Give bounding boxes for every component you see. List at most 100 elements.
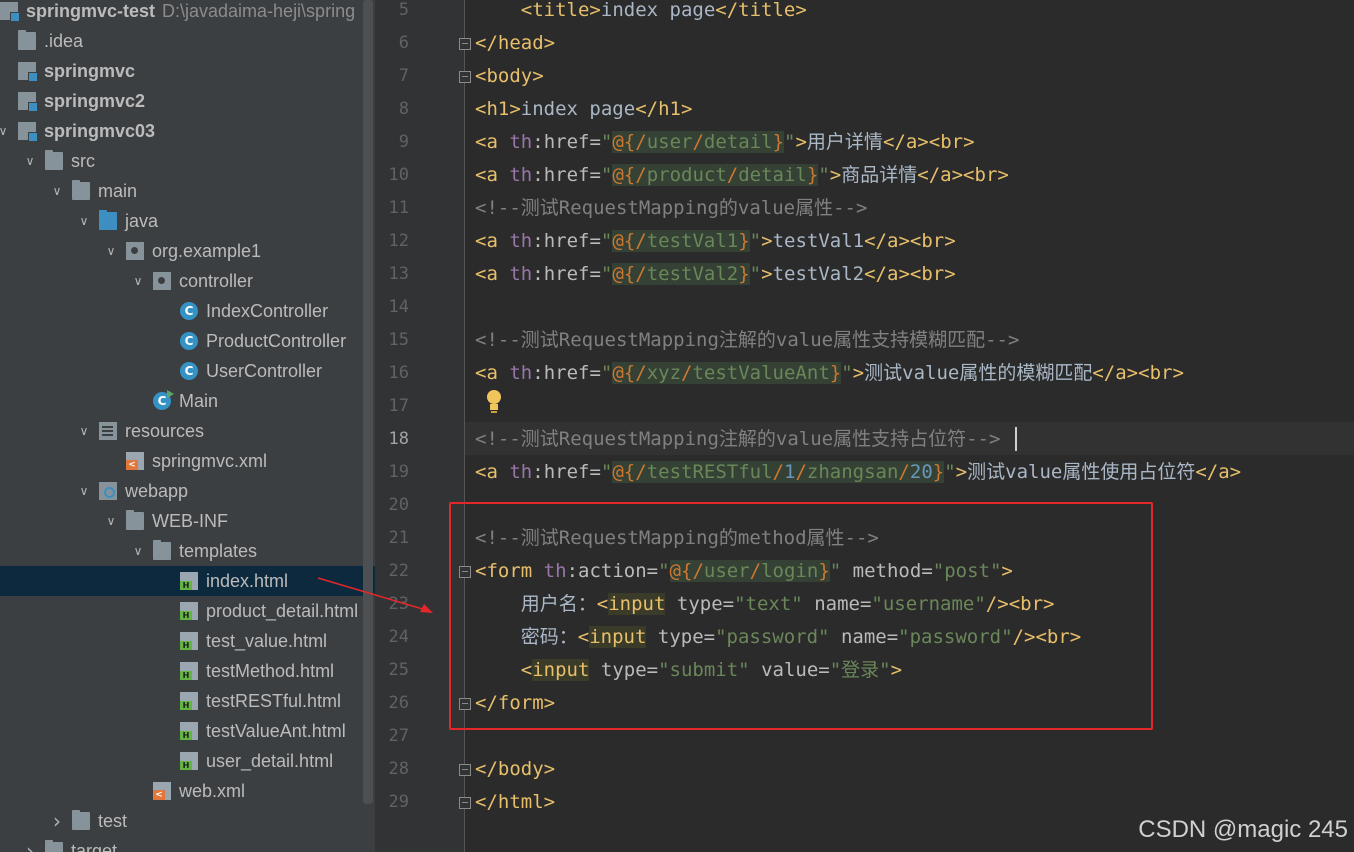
- line-number: 6: [398, 33, 409, 53]
- tree-item-controller[interactable]: ∨ controller: [0, 266, 375, 296]
- tree-item-springmvc[interactable]: springmvc: [0, 56, 375, 86]
- lightbulb-icon[interactable]: [485, 390, 503, 414]
- chevron-right-icon[interactable]: ›: [23, 841, 37, 852]
- chevron-down-icon[interactable]: ∨: [77, 212, 91, 230]
- chevron-down-icon[interactable]: ∨: [77, 482, 91, 500]
- tree-item-label: Main: [179, 391, 219, 411]
- tree-item-test-value-html[interactable]: test_value.html: [0, 626, 375, 656]
- tree-item-springmvc03[interactable]: ∨ springmvc03: [0, 116, 375, 146]
- java-class-icon: C: [180, 362, 198, 380]
- html-file-icon: [180, 632, 198, 650]
- annotation-arrow: [317, 577, 433, 613]
- html-file-icon: [180, 752, 198, 770]
- chevron-down-icon[interactable]: ∨: [104, 242, 118, 260]
- code-line-28[interactable]: </body>: [475, 753, 555, 786]
- java-class-icon: C: [180, 332, 198, 350]
- chevron-down-icon[interactable]: ∨: [77, 422, 91, 440]
- code-line-11[interactable]: <!--测试RequestMapping的value属性-->: [475, 192, 867, 225]
- tree-item-testrestful-html[interactable]: testRESTful.html: [0, 686, 375, 716]
- tree-item--idea[interactable]: .idea: [0, 26, 375, 56]
- code-line-18[interactable]: <!--测试RequestMapping注解的value属性支持占位符-->: [475, 423, 1000, 456]
- tree-item-label: test_value.html: [206, 631, 328, 651]
- tree-item-label: web.xml: [179, 781, 246, 801]
- line-number: 12: [388, 231, 409, 251]
- tree-item-label: controller: [179, 271, 254, 291]
- code-line-9[interactable]: <a th:href="@{/user/detail}">用户详情</a><br…: [475, 126, 975, 159]
- code-line-7[interactable]: <body>: [475, 60, 544, 93]
- source-folder-icon: [99, 210, 117, 230]
- line-number: 15: [388, 330, 409, 350]
- line-number: 17: [388, 396, 409, 416]
- tree-item-org-example1[interactable]: ∨ org.example1: [0, 236, 375, 266]
- tree-item-springmvc2[interactable]: springmvc2: [0, 86, 375, 116]
- folder-icon: [72, 180, 90, 200]
- tree-item-label: webapp: [125, 481, 189, 501]
- folder-icon: [18, 30, 36, 50]
- code-line-13[interactable]: <a th:href="@{/testVal2}">testVal2</a><b…: [475, 258, 956, 291]
- tree-item-label: ProductController: [206, 331, 347, 351]
- fold-marker-icon[interactable]: [459, 71, 471, 83]
- line-number: 16: [388, 363, 409, 383]
- chevron-down-icon[interactable]: ∨: [104, 512, 118, 530]
- tree-item-label: .idea: [44, 31, 84, 51]
- line-number: 13: [388, 264, 409, 284]
- code-line-12[interactable]: <a th:href="@{/testVal1}">testVal1</a><b…: [475, 225, 956, 258]
- tree-item-main[interactable]: C Main: [0, 386, 375, 416]
- code-line-8[interactable]: <h1>index page</h1>: [475, 93, 692, 126]
- tree-item-label: UserController: [206, 361, 323, 381]
- project-path-hint: D:\javadaima-heji\spring: [162, 1, 356, 21]
- code-line-19[interactable]: <a th:href="@{/testRESTful/1/zhangsan/20…: [475, 456, 1241, 489]
- folder-icon: [45, 150, 63, 170]
- tree-item-label: src: [71, 151, 95, 171]
- tree-item-webapp[interactable]: ∨ webapp: [0, 476, 375, 506]
- module-folder-icon: [18, 92, 38, 112]
- chevron-down-icon[interactable]: ∨: [50, 182, 64, 200]
- tree-item-label: springmvc.xml: [152, 451, 268, 471]
- tree-item-springmvc-xml[interactable]: springmvc.xml: [0, 446, 375, 476]
- tree-item-target[interactable]: › target: [0, 836, 375, 852]
- tree-item-resources[interactable]: ∨ resources: [0, 416, 375, 446]
- tree-item-src[interactable]: ∨ src: [0, 146, 375, 176]
- code-line-29[interactable]: </html>: [475, 786, 555, 819]
- tree-item-web-xml[interactable]: web.xml: [0, 776, 375, 806]
- tree-item-label: springmvc2: [44, 91, 146, 111]
- chevron-down-icon[interactable]: ∨: [0, 122, 10, 140]
- tree-item-testvalueant-html[interactable]: testValueAnt.html: [0, 716, 375, 746]
- tree-item-user-detail-html[interactable]: user_detail.html: [0, 746, 375, 776]
- tree-item-label: WEB-INF: [152, 511, 228, 531]
- line-number: 7: [398, 66, 409, 86]
- tree-item-productcontroller[interactable]: C ProductController: [0, 326, 375, 356]
- tree-item-springmvc-test[interactable]: ∨springmvc-testD:\javadaima-heji\spring: [0, 0, 375, 26]
- code-line-15[interactable]: <!--测试RequestMapping注解的value属性支持模糊匹配-->: [475, 324, 1019, 357]
- tree-item-label: org.example1: [152, 241, 262, 261]
- tree-scrollbar[interactable]: [363, 0, 373, 804]
- chevron-down-icon[interactable]: ∨: [23, 152, 37, 170]
- resources-folder-icon: [99, 422, 117, 440]
- code-line-5[interactable]: <title>index page</title>: [475, 0, 807, 27]
- fold-marker-icon[interactable]: [459, 764, 471, 776]
- tree-item-web-inf[interactable]: ∨ WEB-INF: [0, 506, 375, 536]
- chevron-down-icon[interactable]: ∨: [131, 542, 145, 560]
- line-number: 29: [388, 792, 409, 812]
- chevron-right-icon[interactable]: ›: [50, 811, 64, 831]
- code-line-10[interactable]: <a th:href="@{/product/detail}">商品详情</a>…: [475, 159, 1009, 192]
- project-tree-panel: ∨ springmvc-test D:\javadaima-heji\spring.…: [0, 0, 375, 852]
- tree-item-label: springmvc: [44, 61, 136, 81]
- code-line-16[interactable]: <a th:href="@{/xyz/testValueAnt}">测试valu…: [475, 357, 1184, 390]
- chevron-down-icon[interactable]: ∨: [131, 272, 145, 290]
- code-line-6[interactable]: </head>: [475, 27, 555, 60]
- tree-item-templates[interactable]: ∨ templates: [0, 536, 375, 566]
- tree-item-usercontroller[interactable]: C UserController: [0, 356, 375, 386]
- fold-marker-icon[interactable]: [459, 38, 471, 50]
- tree-item-label: resources: [125, 421, 205, 441]
- java-main-class-icon: C: [153, 390, 174, 410]
- tree-item-java[interactable]: ∨ java: [0, 206, 375, 236]
- fold-marker-icon[interactable]: [459, 797, 471, 809]
- tree-item-indexcontroller[interactable]: C IndexController: [0, 296, 375, 326]
- tree-item-main[interactable]: ∨ main: [0, 176, 375, 206]
- tree-item-test[interactable]: › test: [0, 806, 375, 836]
- tree-item-label: testMethod.html: [206, 661, 335, 681]
- annotation-highlight-box: [449, 502, 1153, 730]
- folder-icon: [72, 810, 90, 830]
- tree-item-testmethod-html[interactable]: testMethod.html: [0, 656, 375, 686]
